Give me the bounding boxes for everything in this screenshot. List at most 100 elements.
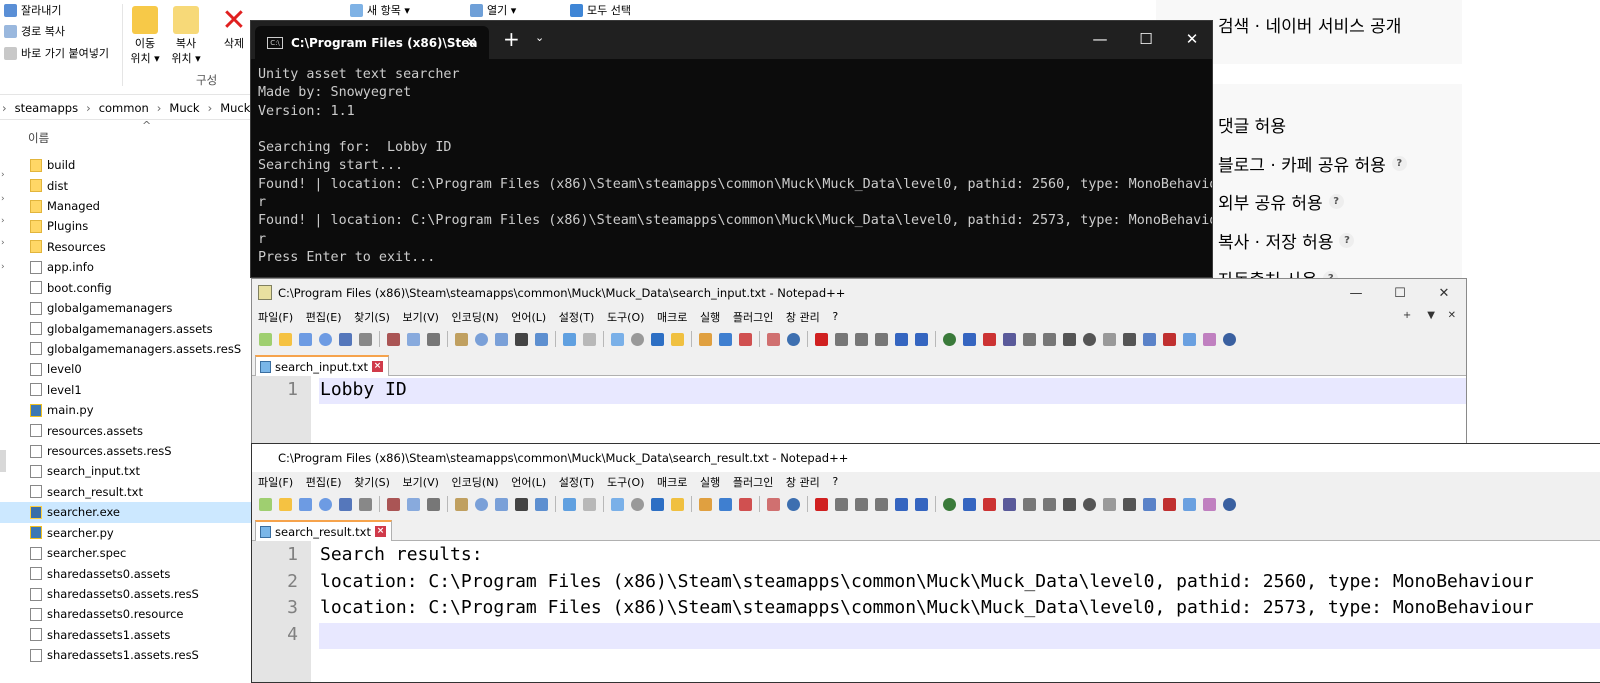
toolbar-button[interactable] [784,330,803,348]
breadcrumb-item[interactable]: common [99,101,149,115]
toolbar-button[interactable] [736,330,755,348]
toolbar-button[interactable] [1200,495,1219,513]
toolbar-button[interactable] [852,330,871,348]
toolbar-button[interactable] [1040,330,1059,348]
toolbar-button[interactable] [1180,330,1199,348]
file-item[interactable]: level1 [0,380,252,400]
copy-to-button[interactable]: 복사 위치 ▾ [168,6,204,66]
toolbar-button[interactable] [1140,495,1159,513]
toolbar-button[interactable] [960,495,979,513]
terminal-output[interactable]: Unity asset text searcher Made by: Snowy… [258,66,1212,267]
toolbar-button[interactable] [492,495,511,513]
toolbar-button[interactable] [940,495,959,513]
file-item[interactable]: search_input.txt [0,461,252,481]
toolbar-button[interactable] [356,495,375,513]
new-tab-icon[interactable]: + [503,27,520,51]
toolbar-button[interactable] [980,330,999,348]
tab-list-icon[interactable]: ▼ [1427,310,1435,321]
toolbar-button[interactable] [716,495,735,513]
toolbar-button[interactable] [1220,495,1239,513]
file-item[interactable]: sharedassets0.assets [0,563,252,583]
toolbar-button[interactable] [472,495,491,513]
file-item[interactable]: searcher.exe [0,502,252,523]
toolbar-button[interactable] [648,330,667,348]
toolbar-button[interactable] [1160,330,1179,348]
breadcrumb-item[interactable]: Muck [220,101,250,115]
close-doc-icon[interactable]: ✕ [1448,310,1456,321]
menu-item[interactable]: 인코딩(N) [451,474,498,490]
toolbar-button[interactable] [296,330,315,348]
paste-shortcut-button[interactable]: 바로 가기 붙여넣기 [4,45,109,61]
file-item[interactable]: search_result.txt [0,482,252,502]
file-item[interactable]: main.py [0,400,252,420]
toolbar-button[interactable] [492,330,511,348]
folder-item[interactable]: Resources [0,237,252,257]
toolbar-button[interactable] [764,330,783,348]
toolbar-button[interactable] [912,330,931,348]
toolbar-button[interactable] [764,495,783,513]
menu-item[interactable]: 찾기(S) [354,309,390,325]
menu-item[interactable]: 파일(F) [258,474,293,490]
open-button[interactable]: 열기 ▾ [470,2,516,18]
menu-item[interactable]: 찾기(S) [354,474,390,490]
file-item[interactable]: sharedassets1.assets.resS [0,645,252,665]
close-tab-icon[interactable]: ✕ [465,35,477,51]
toolbar-button[interactable] [424,330,443,348]
toolbar-button[interactable] [336,495,355,513]
toolbar-button[interactable] [1100,495,1119,513]
toolbar-button[interactable] [812,330,831,348]
toolbar-button[interactable] [256,495,275,513]
toolbar-button[interactable] [276,495,295,513]
menu-item[interactable]: 언어(L) [511,309,546,325]
toolbar-button[interactable] [852,495,871,513]
chevron-down-icon[interactable]: ⌄ [535,31,544,44]
toolbar-button[interactable] [1220,330,1239,348]
menu-item[interactable]: 창 관리 [786,309,820,325]
toolbar-button[interactable] [648,495,667,513]
toolbar-button[interactable] [784,495,803,513]
toolbar-button[interactable] [256,330,275,348]
toolbar-button[interactable] [696,330,715,348]
code-line[interactable]: location: C:\Program Files (x86)\Steam\s… [320,571,1534,592]
delete-button[interactable]: ✕ 삭제 [218,6,250,51]
text-editor[interactable]: 1 Lobby ID [252,376,1466,443]
file-item[interactable]: globalgamemanagers [0,298,252,318]
permission-option[interactable]: 복사 · 저장 허용? [1218,228,1355,253]
toolbar-button[interactable] [512,495,531,513]
folder-item[interactable]: dist [0,175,252,195]
toolbar-button[interactable] [452,495,471,513]
file-item[interactable]: sharedassets0.resource [0,604,252,624]
toolbar-button[interactable] [892,330,911,348]
toolbar-button[interactable] [628,330,647,348]
toolbar-button[interactable] [892,495,911,513]
permission-option[interactable]: 블로그 · 카페 공유 허용? [1218,151,1407,176]
menu-item[interactable]: 보기(V) [403,309,439,325]
help-icon[interactable]: ? [1339,232,1355,248]
toolbar-button[interactable] [1060,495,1079,513]
toolbar-button[interactable] [716,330,735,348]
toolbar-button[interactable] [696,495,715,513]
menu-item[interactable]: 편집(E) [306,309,342,325]
folder-item[interactable]: Plugins [0,216,252,236]
toolbar-button[interactable] [1000,495,1019,513]
toolbar-button[interactable] [812,495,831,513]
maximize-icon[interactable]: ☐ [1123,21,1169,57]
tab-search-result[interactable]: search_result.txt × [255,520,392,541]
toolbar-button[interactable] [276,330,295,348]
maximize-icon[interactable]: ☐ [1378,279,1422,307]
toolbar-button[interactable] [560,495,579,513]
toolbar-button[interactable] [1160,495,1179,513]
minimize-icon[interactable]: — [1077,21,1123,57]
code-line[interactable]: Lobby ID [320,379,407,400]
toolbar-button[interactable] [668,495,687,513]
toolbar-button[interactable] [336,330,355,348]
tab-search-input[interactable]: search_input.txt × [255,355,390,376]
menu-item[interactable]: 파일(F) [258,309,293,325]
cut-button[interactable]: 잘라내기 [4,2,61,18]
terminal-tab[interactable]: C:\ C:\Program Files (x86)\Stea ✕ [255,26,489,59]
toolbar-button[interactable] [316,330,335,348]
toolbar-button[interactable] [1140,330,1159,348]
toolbar-button[interactable] [580,495,599,513]
toolbar-button[interactable] [1020,330,1039,348]
toolbar-button[interactable] [668,330,687,348]
